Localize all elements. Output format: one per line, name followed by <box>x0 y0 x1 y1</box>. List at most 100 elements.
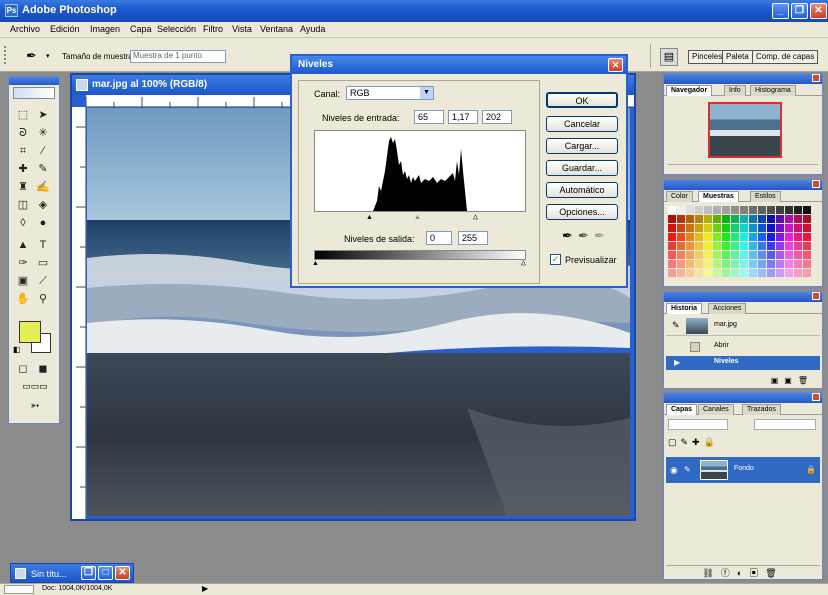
magic-wand-tool-icon[interactable]: ✳ <box>34 125 52 141</box>
color-swatch[interactable] <box>785 242 793 250</box>
color-swatch[interactable] <box>767 206 775 214</box>
color-swatch[interactable] <box>803 251 811 259</box>
color-swatch[interactable] <box>668 242 676 250</box>
layer-actions-bar[interactable]: ⛓ⓕ◐▣🗑 <box>666 565 820 578</box>
color-swatch[interactable] <box>704 215 712 223</box>
color-swatch[interactable] <box>686 242 694 250</box>
color-swatch[interactable] <box>803 224 811 232</box>
color-swatch[interactable] <box>767 242 775 250</box>
color-swatch[interactable] <box>740 242 748 250</box>
minimized-document-window[interactable]: Sin títu... ❐ □ ✕ <box>10 563 134 583</box>
color-swatch[interactable] <box>677 206 685 214</box>
tab-estilos[interactable]: Estilos <box>750 191 781 202</box>
close-button[interactable]: ✕ <box>115 566 130 580</box>
dropdown-arrow-icon[interactable]: ▼ <box>420 87 433 99</box>
menu-imagen[interactable]: Imagen <box>90 24 120 34</box>
color-swatch[interactable] <box>758 269 766 277</box>
standard-mode-icon[interactable]: ◻ <box>14 361 32 377</box>
color-swatch[interactable] <box>695 260 703 268</box>
output-white-slider[interactable]: ▲ <box>520 260 527 268</box>
color-swatch[interactable] <box>794 233 802 241</box>
color-swatch[interactable] <box>794 269 802 277</box>
color-swatch[interactable] <box>740 269 748 277</box>
color-swatch[interactable] <box>731 269 739 277</box>
hand-tool-icon[interactable]: ✋ <box>14 291 32 307</box>
color-swatch[interactable] <box>722 251 730 259</box>
path-selection-icon[interactable]: ▲ <box>14 237 32 253</box>
tab-paleta[interactable]: Paleta <box>722 50 753 64</box>
eraser-tool-icon[interactable]: ◫ <box>14 197 32 213</box>
preview-checkbox[interactable]: ✓ <box>550 254 561 265</box>
output-black-field[interactable]: 0 <box>426 231 452 245</box>
menu-archivo[interactable]: Archivo <box>10 24 40 34</box>
color-swatch[interactable] <box>758 206 766 214</box>
color-swatch[interactable] <box>695 215 703 223</box>
color-swatch[interactable] <box>749 206 757 214</box>
color-swatch[interactable] <box>767 224 775 232</box>
quick-mask-icon[interactable]: ◼ <box>34 361 52 377</box>
color-swatch[interactable] <box>785 206 793 214</box>
file-browser-icon[interactable]: ▤ <box>660 48 678 66</box>
history-actions-bar[interactable]: ▣▣🗑 <box>666 376 820 386</box>
color-swatch[interactable] <box>758 224 766 232</box>
brush-tool-icon[interactable]: ✎ <box>34 161 52 177</box>
color-swatch[interactable] <box>731 233 739 241</box>
screen-mode-icon[interactable]: ▭▭▭ <box>15 381 55 393</box>
color-swatch[interactable] <box>794 251 802 259</box>
history-item[interactable]: Abrir <box>666 340 820 354</box>
color-swatch[interactable] <box>722 206 730 214</box>
color-swatch[interactable] <box>776 206 784 214</box>
black-eyedropper-icon[interactable]: ✒ <box>562 228 573 244</box>
gray-eyedropper-icon[interactable]: ✒ <box>578 228 589 244</box>
color-swatch[interactable] <box>722 242 730 250</box>
color-swatch[interactable] <box>785 269 793 277</box>
color-swatch[interactable] <box>776 224 784 232</box>
color-swatch[interactable] <box>713 224 721 232</box>
paint-bucket-icon[interactable]: ◈ <box>34 197 52 213</box>
color-swatch[interactable] <box>677 215 685 223</box>
pen-tool-icon[interactable]: ✑ <box>14 255 32 271</box>
channel-select[interactable]: RGB ▼ <box>346 86 434 100</box>
color-swatch[interactable] <box>749 233 757 241</box>
color-swatch[interactable] <box>785 233 793 241</box>
tab-navegador[interactable]: Navegador <box>666 85 713 96</box>
status-menu-arrow-icon[interactable]: ▶ <box>202 584 208 593</box>
color-swatch[interactable] <box>767 251 775 259</box>
color-swatch[interactable] <box>677 251 685 259</box>
color-swatch[interactable] <box>722 233 730 241</box>
history-brush-icon[interactable]: ✍ <box>34 179 52 195</box>
input-black-field[interactable]: 65 <box>414 110 444 124</box>
color-swatch[interactable] <box>794 260 802 268</box>
color-swatch[interactable] <box>758 242 766 250</box>
color-swatch[interactable] <box>686 206 694 214</box>
input-sliders[interactable]: ▲ ▲ ▲ <box>314 214 526 222</box>
blur-tool-icon[interactable]: ◊ <box>14 215 32 231</box>
tab-color[interactable]: Color <box>666 191 693 202</box>
color-swatch[interactable] <box>767 233 775 241</box>
tool-preset-arrow-icon[interactable]: ▾ <box>46 52 50 60</box>
tab-pinceles[interactable]: Pinceles <box>688 50 727 64</box>
color-swatch[interactable] <box>749 260 757 268</box>
menu-edicion[interactable]: Edición <box>50 24 80 34</box>
foreground-color-swatch-top[interactable] <box>19 321 41 343</box>
color-swatch[interactable] <box>785 260 793 268</box>
tab-capas[interactable]: Capas <box>666 404 698 415</box>
palette-close-icon[interactable] <box>812 292 820 300</box>
close-button[interactable]: ✕ <box>810 3 827 19</box>
color-swatch[interactable] <box>785 224 793 232</box>
input-white-field[interactable]: 202 <box>482 110 512 124</box>
tab-muestras[interactable]: Muestras <box>698 191 739 202</box>
menu-ayuda[interactable]: Ayuda <box>300 24 325 34</box>
color-swatch[interactable] <box>704 260 712 268</box>
color-swatch[interactable] <box>740 251 748 259</box>
color-swatch[interactable] <box>713 260 721 268</box>
color-swatch[interactable] <box>722 215 730 223</box>
color-swatch[interactable] <box>803 215 811 223</box>
color-swatch[interactable] <box>767 215 775 223</box>
palette-close-icon[interactable] <box>812 393 820 401</box>
color-swatch[interactable] <box>776 269 784 277</box>
tab-comp-capas[interactable]: Comp. de capas <box>752 50 819 64</box>
shape-tool-icon[interactable]: ▭ <box>34 255 52 271</box>
color-swatch[interactable] <box>731 206 739 214</box>
default-colors-icon[interactable]: ◧ <box>13 345 21 354</box>
